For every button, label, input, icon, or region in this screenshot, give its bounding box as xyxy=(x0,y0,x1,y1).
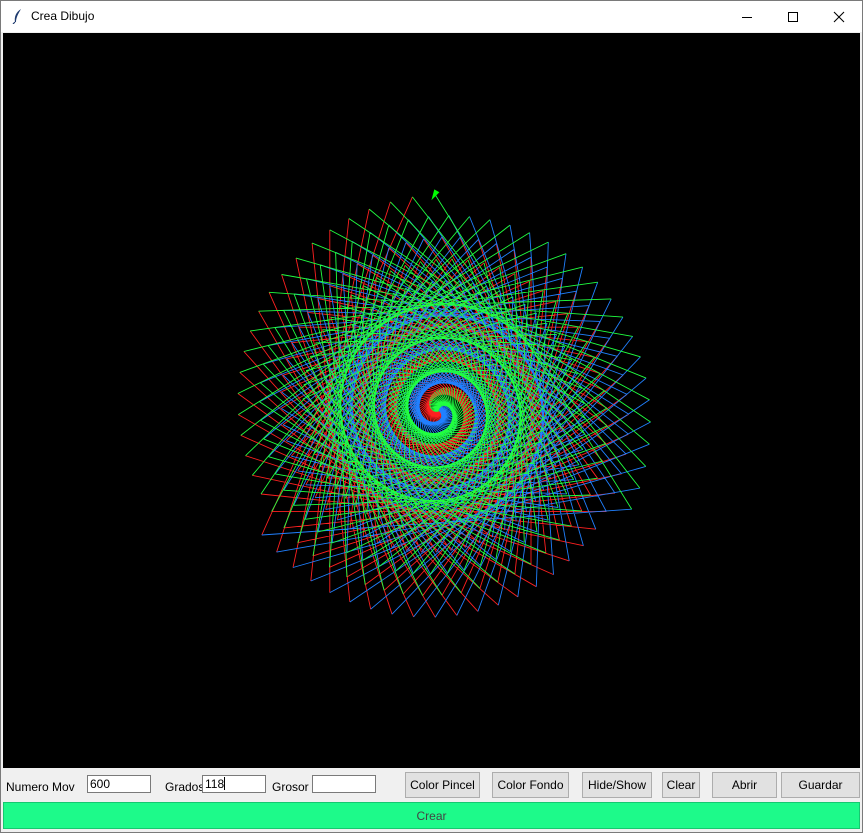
grados-value: 118 xyxy=(205,777,225,791)
controls-toolbar: Numero Mov 600 Grados 118 Grosor Color P… xyxy=(1,769,862,801)
numero-mov-input[interactable]: 600 xyxy=(87,775,151,793)
window-title: Crea Dibujo xyxy=(31,9,95,23)
title-bar[interactable]: Crea Dibujo xyxy=(1,1,862,32)
numero-mov-label: Numero Mov xyxy=(6,780,75,794)
hide-show-button[interactable]: Hide/Show xyxy=(582,772,652,798)
drawing-canvas[interactable] xyxy=(3,33,860,768)
close-icon xyxy=(833,11,845,22)
crear-button[interactable]: Crear xyxy=(3,802,860,829)
grados-input[interactable]: 118 xyxy=(202,775,266,793)
clear-button[interactable]: Clear xyxy=(662,772,700,798)
feather-icon xyxy=(12,9,21,24)
spiral-drawing xyxy=(237,189,651,618)
numero-mov-value: 600 xyxy=(90,777,111,791)
guardar-button[interactable]: Guardar xyxy=(781,772,860,798)
maximize-button[interactable] xyxy=(770,1,816,32)
color-pincel-button[interactable]: Color Pincel xyxy=(405,772,480,798)
color-fondo-button[interactable]: Color Fondo xyxy=(492,772,569,798)
maximize-icon xyxy=(788,11,798,22)
minimize-button[interactable] xyxy=(724,1,770,32)
grosor-label: Grosor xyxy=(272,780,309,794)
app-window: Crea Dibujo Numero Mov 600 Grados 118 Gr… xyxy=(0,0,863,833)
text-cursor xyxy=(224,777,226,790)
spiral-stroke-2 xyxy=(237,193,651,596)
minimize-icon xyxy=(742,16,752,18)
grosor-input[interactable] xyxy=(312,775,376,793)
abrir-button[interactable]: Abrir xyxy=(712,772,777,798)
grados-label: Grados xyxy=(165,780,205,794)
close-button[interactable] xyxy=(816,1,862,32)
